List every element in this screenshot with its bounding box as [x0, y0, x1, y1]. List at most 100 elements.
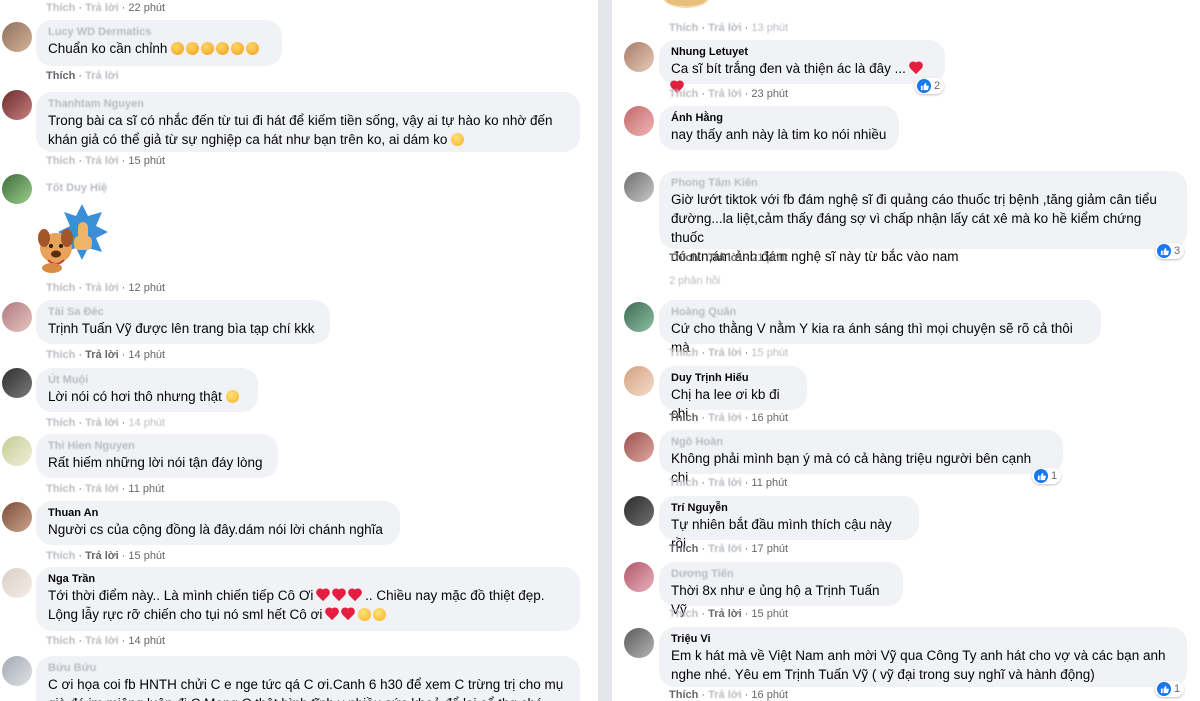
- avatar[interactable]: [2, 90, 32, 120]
- reply-action[interactable]: Trả lời: [708, 22, 742, 34]
- avatar[interactable]: [2, 656, 32, 686]
- comment-author[interactable]: Thuan An: [48, 507, 388, 520]
- like-action[interactable]: Thích: [46, 417, 75, 429]
- like-action[interactable]: Thích: [46, 282, 75, 294]
- comment-author[interactable]: Thanhtam Nguyen: [48, 98, 568, 111]
- avatar[interactable]: [624, 106, 654, 136]
- like-action[interactable]: Thích: [669, 412, 698, 424]
- reaction-count[interactable]: 2: [915, 78, 945, 94]
- reply-action[interactable]: Trả lời: [85, 70, 119, 82]
- comment-time: 16 phút: [751, 412, 789, 424]
- reply-action[interactable]: Trả lời: [85, 635, 119, 647]
- reply-action[interactable]: Trả lời: [708, 689, 742, 701]
- reaction-count[interactable]: 3: [1155, 243, 1185, 259]
- like-action[interactable]: Thích: [669, 477, 698, 489]
- reply-action[interactable]: Trả lời: [708, 543, 742, 555]
- avatar[interactable]: [2, 174, 32, 204]
- comment-author[interactable]: Dương Tiến: [671, 568, 891, 581]
- comment-author[interactable]: Tài Sa Đéc: [48, 306, 318, 319]
- reply-action[interactable]: Trả lời: [85, 282, 119, 294]
- comment-author[interactable]: Phong Tâm Kiên: [671, 177, 1175, 190]
- like-action[interactable]: Thích: [669, 543, 698, 555]
- avatar[interactable]: [2, 568, 32, 598]
- like-action[interactable]: Thích: [669, 608, 698, 620]
- comment-author[interactable]: Hoàng Quân: [671, 306, 1089, 319]
- like-action[interactable]: Thích: [669, 689, 698, 701]
- avatar[interactable]: [624, 366, 654, 396]
- puppy-thumbs-up-sticker[interactable]: [34, 202, 110, 274]
- avatar[interactable]: [624, 302, 654, 332]
- comment-text: Trịnh Tuấn Vỹ được lên trang bìa tạp chí…: [48, 321, 315, 336]
- comment-time: 22 phút: [128, 2, 166, 14]
- like-action[interactable]: Thích: [46, 483, 75, 495]
- comment-author[interactable]: Triệu Vi: [671, 633, 1175, 646]
- comment-author[interactable]: Nga Trần: [48, 573, 568, 586]
- avatar[interactable]: [2, 368, 32, 398]
- avatar[interactable]: [624, 42, 654, 72]
- comment-bubble: Thuan An Người cs của cộng đồng là đây.d…: [36, 501, 400, 545]
- comment-author[interactable]: Duy Trịnh Hiếu: [671, 372, 795, 385]
- reaction-count[interactable]: 1: [1155, 681, 1185, 697]
- comment-author[interactable]: Ánh Hằng: [671, 112, 887, 125]
- comment-author[interactable]: Tốt Duy Hiệ: [46, 182, 107, 195]
- like-action[interactable]: Thích: [46, 550, 75, 562]
- view-replies-link[interactable]: 2 phản hồi: [669, 275, 720, 287]
- comment-bubble: Hoàng Quân Cứ cho thằng V nằm Y kia ra á…: [659, 300, 1101, 355]
- like-action[interactable]: Thích: [46, 70, 75, 82]
- avatar[interactable]: [2, 502, 32, 532]
- smiling-hearts-emoji: [225, 390, 239, 403]
- comment-author[interactable]: Lucy WD Dermatics: [48, 26, 270, 39]
- avatar[interactable]: [624, 628, 654, 658]
- comment-text: Chuẩn ko cần chỉnh: [48, 39, 270, 58]
- reply-action[interactable]: Trả lời: [708, 252, 742, 264]
- comment-time: 15 phút: [128, 550, 166, 562]
- reply-action[interactable]: Trả lời: [708, 608, 742, 620]
- like-action[interactable]: Thích: [669, 22, 698, 34]
- reply-action[interactable]: Trả lời: [85, 417, 119, 429]
- comment-time: 15 phút: [751, 347, 789, 359]
- reply-action[interactable]: Trả lời: [85, 349, 119, 361]
- reply-action[interactable]: Trả lời: [85, 483, 119, 495]
- reaction-count[interactable]: 1: [1032, 468, 1062, 484]
- like-action[interactable]: Thích: [46, 635, 75, 647]
- avatar[interactable]: [2, 302, 32, 332]
- reply-action[interactable]: Trả lời: [85, 2, 119, 14]
- thumbs-up-icon: [1034, 469, 1048, 483]
- avatar[interactable]: [624, 172, 654, 202]
- comment-time: 23 phút: [751, 88, 789, 100]
- comment-time: 14 phút: [128, 417, 166, 429]
- comment-author[interactable]: Ngô Hoàn: [671, 436, 1051, 449]
- comment-time: 14 phút: [128, 635, 166, 647]
- comment-text: Lời nói có hơi thô nhưng thật: [48, 387, 246, 406]
- comment-bubble: Nga Trần Tới thời điểm này.. Là mình chi…: [36, 567, 580, 631]
- avatar[interactable]: [624, 432, 654, 462]
- like-action[interactable]: Thích: [46, 155, 75, 167]
- avatar[interactable]: [2, 22, 32, 52]
- reply-action[interactable]: Trả lời: [85, 155, 119, 167]
- reply-action[interactable]: Trả lời: [708, 412, 742, 424]
- thumbs-up-icon: [1157, 244, 1171, 258]
- like-action[interactable]: Thích: [669, 347, 698, 359]
- comment-author[interactable]: Nhung Letuyet: [671, 46, 933, 59]
- reply-action[interactable]: Trả lời: [708, 347, 742, 359]
- like-action[interactable]: Thích: [46, 2, 75, 14]
- comment-author[interactable]: Bứu Bứu: [48, 662, 568, 675]
- like-action[interactable]: Thích: [46, 349, 75, 361]
- comment-time: 17 phút: [751, 543, 789, 555]
- like-action[interactable]: Thích: [669, 252, 698, 264]
- avatar[interactable]: [2, 436, 32, 466]
- reply-action[interactable]: Trả lời: [708, 477, 742, 489]
- comment-actions: Thích · Trả lời · 15 phút: [46, 550, 166, 562]
- reply-action[interactable]: Trả lời: [85, 550, 119, 562]
- avatar[interactable]: [624, 496, 654, 526]
- comment-author[interactable]: Trí Nguyễn: [671, 502, 907, 515]
- comment-author[interactable]: Thi Hien Nguyen: [48, 440, 266, 453]
- reply-action[interactable]: Trả lời: [708, 88, 742, 100]
- comment-text: Rất hiếm những lời nói tận đáy lòng: [48, 455, 263, 470]
- avatar[interactable]: [624, 562, 654, 592]
- thumbs-up-icon: [917, 79, 931, 93]
- like-action[interactable]: Thích: [669, 88, 698, 100]
- comment-text: Người cs của cộng đồng là đây.dám nói lờ…: [48, 522, 383, 537]
- comment-author[interactable]: Út Muội: [48, 374, 246, 387]
- comment-bubble: Ngô Hoàn Không phải mình bạn ý mà có cả …: [659, 430, 1063, 485]
